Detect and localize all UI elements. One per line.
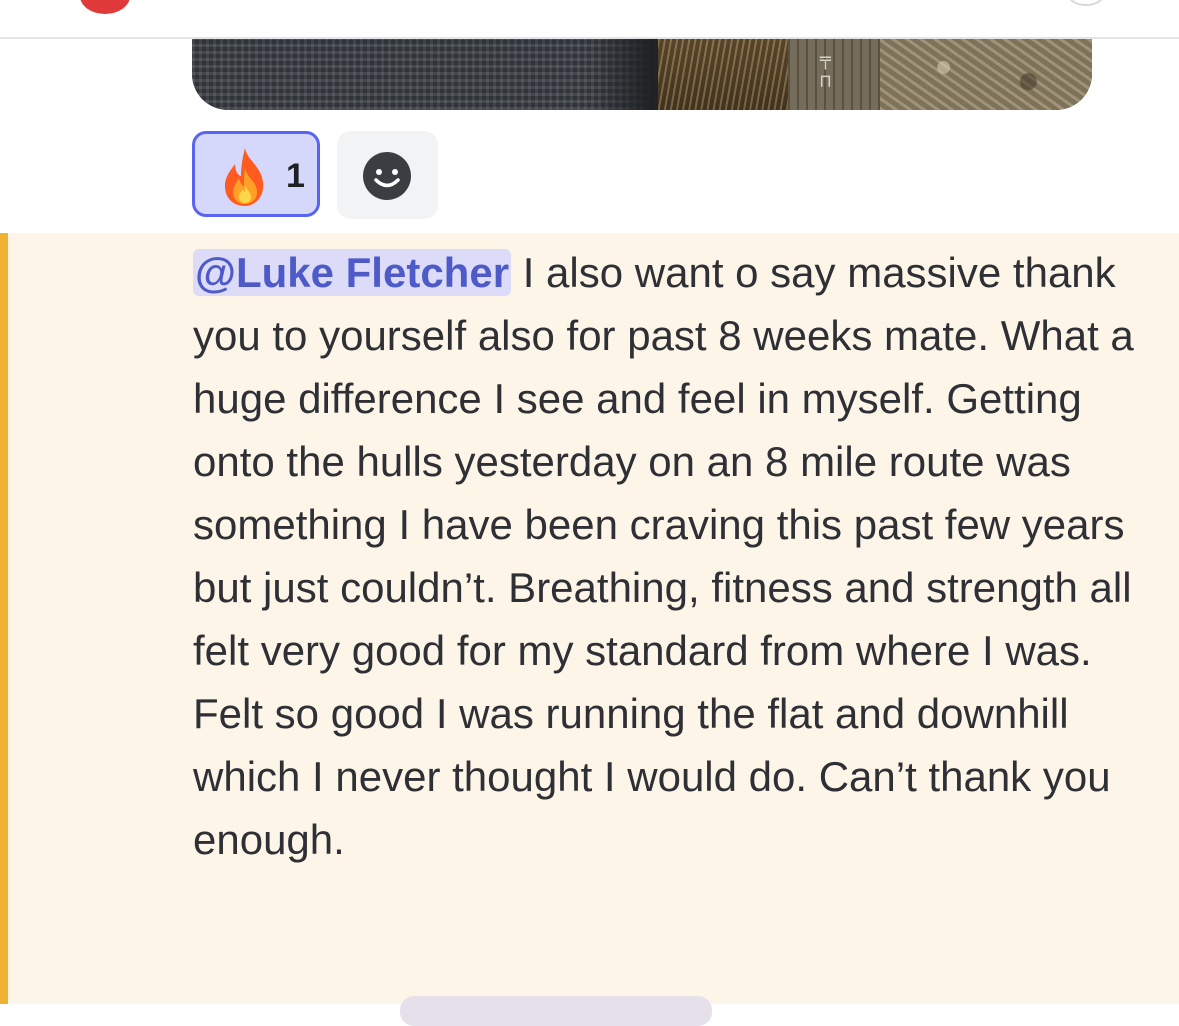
highlighted-message[interactable]: @Luke Fletcher I also want o say massive… (0, 233, 1179, 1004)
mention-highlight-bar (0, 233, 8, 1004)
image-region-rock (880, 39, 1092, 110)
reaction-fire-button[interactable]: 1 (192, 131, 320, 217)
user-mention[interactable]: @Luke Fletcher (193, 249, 512, 296)
message-body: I also want o say massive thank you to y… (193, 249, 1134, 863)
image-region-grass (658, 39, 788, 110)
add-reaction-button[interactable] (337, 131, 438, 219)
smile-add-reaction-icon (363, 152, 411, 200)
next-message-preview (400, 996, 712, 1026)
reaction-count: 1 (286, 157, 305, 195)
header-icon[interactable] (1068, 0, 1104, 6)
top-bar (0, 0, 1179, 39)
image-post-marking: ╤ ⊓ (820, 49, 831, 92)
avatar[interactable] (80, 0, 130, 14)
image-region-knit (192, 39, 658, 110)
attached-image[interactable]: ╤ ⊓ (192, 39, 1092, 110)
fire-icon (225, 148, 264, 206)
message-content: @Luke Fletcher I also want o say massive… (193, 241, 1163, 871)
